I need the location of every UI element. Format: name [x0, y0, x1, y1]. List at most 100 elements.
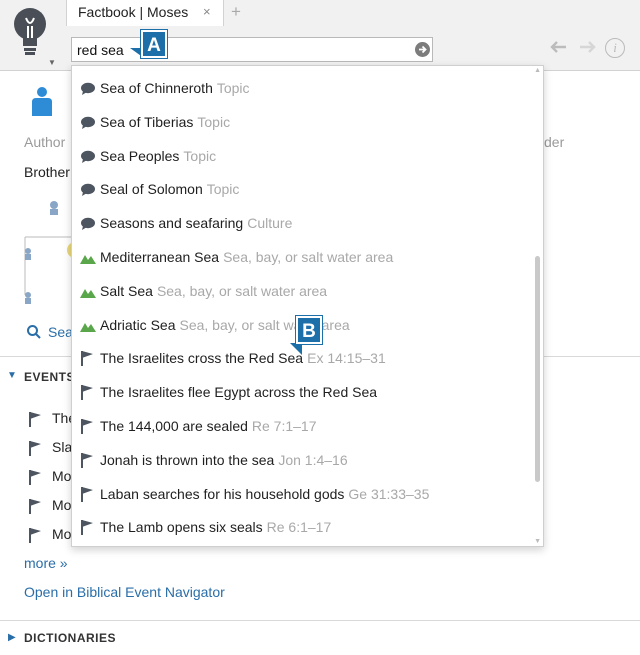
dictionaries-section-title: DICTIONARIES — [24, 631, 117, 645]
divider — [0, 620, 640, 621]
dropdown-item[interactable]: Sea of Chinneroth Topic — [72, 72, 532, 105]
dropdown-item[interactable]: Mediterranean Sea Sea, bay, or salt water… — [72, 241, 532, 274]
dropdown-item-text: The Israelites flee Egypt across the Red… — [100, 384, 381, 400]
dropdown-item-text: Sea Peoples Topic — [100, 148, 216, 164]
speech-bubble-icon — [80, 217, 96, 231]
search-icon — [26, 324, 42, 345]
mountain-icon — [80, 285, 96, 299]
dropdown-item-text: Seasons and seafaring Culture — [100, 215, 292, 231]
author-label: Author — [24, 134, 66, 150]
dropdown-item-label: The Israelites flee Egypt across the Red… — [100, 384, 378, 401]
dropdown-item-type: Jon 1:4–16 — [278, 451, 348, 468]
dropdown-item[interactable]: The Israelites flee Egypt across the Red… — [72, 376, 532, 409]
flag-icon — [29, 441, 41, 456]
toolbar: ▼ Factbook | Moses × + i — [0, 0, 640, 71]
dropdown-item-label: The Lamb opens six seals — [100, 519, 263, 536]
search-input[interactable] — [77, 40, 397, 59]
dropdown-item-label: Seasons and seafaring — [100, 215, 244, 232]
dropdown-item-text: Jonah is thrown into the sea Jon 1:4–16 — [100, 452, 348, 468]
dropdown-item[interactable]: The Lamb opens six seals Re 6:1–17 — [72, 511, 532, 544]
dropdown-item[interactable]: The Israelites cross the Red Sea Ex 14:15… — [72, 342, 532, 375]
lightbulb-icon[interactable] — [12, 6, 48, 64]
dropdown-item-label: The Israelites cross the Red Sea — [100, 350, 304, 367]
flag-icon — [80, 486, 96, 502]
dropdown-item[interactable]: Seasons and seafaring Culture — [72, 207, 532, 240]
search-link[interactable]: Sea — [48, 324, 73, 340]
dropdown-item-label: Jonah is thrown into the sea — [100, 451, 275, 468]
tab-factbook[interactable]: Factbook | Moses × — [66, 0, 224, 26]
dropdown-item-label: Seal of Solomon — [100, 181, 203, 198]
event-label: Mo — [52, 497, 72, 513]
more-link[interactable]: more » — [24, 555, 68, 571]
dropdown-item-type: Topic — [183, 147, 217, 164]
callout-badge: A — [141, 30, 167, 58]
brother-text: Brother — [24, 164, 70, 180]
speech-bubble-icon — [80, 183, 96, 197]
dropdown-item-type: Sea, bay, or salt water area — [223, 249, 394, 265]
forward-arrow-icon[interactable] — [578, 40, 598, 59]
dropdown-item-label: The 144,000 are sealed — [100, 418, 248, 434]
dropdown-item-type: Re 6:1–17 — [266, 519, 332, 536]
speech-bubble-icon — [80, 116, 96, 130]
dropdown-item-text: Laban searches for his household gods Ge … — [100, 486, 429, 502]
speech-bubble-icon — [80, 82, 96, 96]
mountain-icon — [80, 251, 96, 265]
dropdown-item-type: Topic — [197, 113, 231, 130]
event-label: Mo — [52, 526, 72, 542]
dropdown-item-text: Seal of Solomon Topic — [100, 181, 239, 197]
go-arrow-icon[interactable] — [415, 42, 430, 57]
search-box[interactable] — [71, 37, 433, 62]
dropdown-item[interactable]: Seal of Solomon Topic — [72, 173, 532, 206]
speech-bubble-icon — [80, 150, 96, 164]
dropdown-item-label: Mediterranean Sea — [100, 249, 220, 265]
flag-icon — [80, 519, 96, 536]
dropdown-item-type: Ex 14:15–31 — [307, 350, 386, 367]
dropdown-item[interactable]: Jonah is thrown into the sea Jon 1:4–16 — [72, 444, 532, 477]
dropdown-item[interactable]: The 144,000 are sealed Re 7:1–17 — [72, 410, 532, 443]
dropdown-item-type: Topic — [206, 181, 240, 198]
dropdown-item-text: The Israelites cross the Red Sea Ex 14:15… — [100, 350, 386, 366]
dropdown-item[interactable]: Laban searches for his household gods Ge … — [72, 478, 532, 511]
dropdown-item-label: Laban searches for his household gods — [100, 485, 345, 502]
dropdown-item-type: Re 7:1–17 — [251, 418, 317, 434]
dropdown-item-label: Sea Peoples — [100, 147, 180, 164]
dropdown-item[interactable]: Sea of Tiberias Topic — [72, 106, 532, 139]
dropdown-item-type: Topic — [216, 80, 250, 96]
dropdown-item-text: Mediterranean Sea Sea, bay, or salt water… — [100, 249, 393, 265]
flag-icon — [29, 499, 41, 514]
dropdown-item-label: Adriatic Sea — [100, 316, 176, 333]
chevron-down-icon[interactable]: ▼ — [48, 58, 56, 67]
flag-icon — [80, 384, 96, 401]
dropdown-item[interactable]: Salt Sea Sea, bay, or salt water area — [72, 275, 532, 308]
flag-icon — [29, 470, 41, 485]
dropdown-item-type: Ge 31:33–35 — [348, 485, 430, 502]
expand-arrow-icon[interactable]: ▼ — [7, 370, 17, 381]
info-icon[interactable]: i — [605, 38, 625, 58]
dropdown-item-type: Sea, bay, or salt water area — [179, 316, 350, 333]
callout-badge: B — [296, 316, 322, 344]
scroll-down-icon[interactable]: ▼ — [534, 538, 541, 545]
dropdown-item[interactable]: Sea Peoples Topic — [72, 140, 532, 173]
callout-pointer — [290, 343, 302, 355]
tab-title: Factbook | Moses — [78, 4, 189, 20]
scrollbar-thumb[interactable] — [535, 256, 540, 482]
event-label: Mo — [52, 468, 72, 484]
flag-icon — [29, 412, 41, 427]
dropdown-item-type: Culture — [247, 215, 293, 232]
dropdown-item-label: Sea of Tiberias — [100, 113, 194, 130]
events-section-title: EVENTS — [24, 370, 76, 384]
new-tab-button[interactable]: + — [231, 2, 241, 22]
event-label: Sla — [52, 439, 73, 455]
flag-icon — [80, 350, 96, 367]
dropdown-item-label: Sea of Chinneroth — [100, 80, 213, 96]
dropdown-item-text: Salt Sea Sea, bay, or salt water area — [100, 283, 327, 299]
person-icon — [31, 86, 53, 116]
dropdown-item-type: Sea, bay, or salt water area — [156, 282, 328, 299]
expand-arrow-icon[interactable]: ▶ — [8, 632, 16, 643]
scroll-up-icon[interactable]: ▲ — [534, 67, 541, 74]
close-icon[interactable]: × — [203, 4, 211, 19]
back-arrow-icon[interactable] — [548, 40, 568, 59]
dropdown-item-text: The 144,000 are sealed Re 7:1–17 — [100, 418, 317, 434]
open-event-navigator-link[interactable]: Open in Biblical Event Navigator — [24, 584, 225, 600]
autocomplete-dropdown: Sea of Chinneroth Topic Sea of Tiberias Top… — [71, 65, 544, 547]
